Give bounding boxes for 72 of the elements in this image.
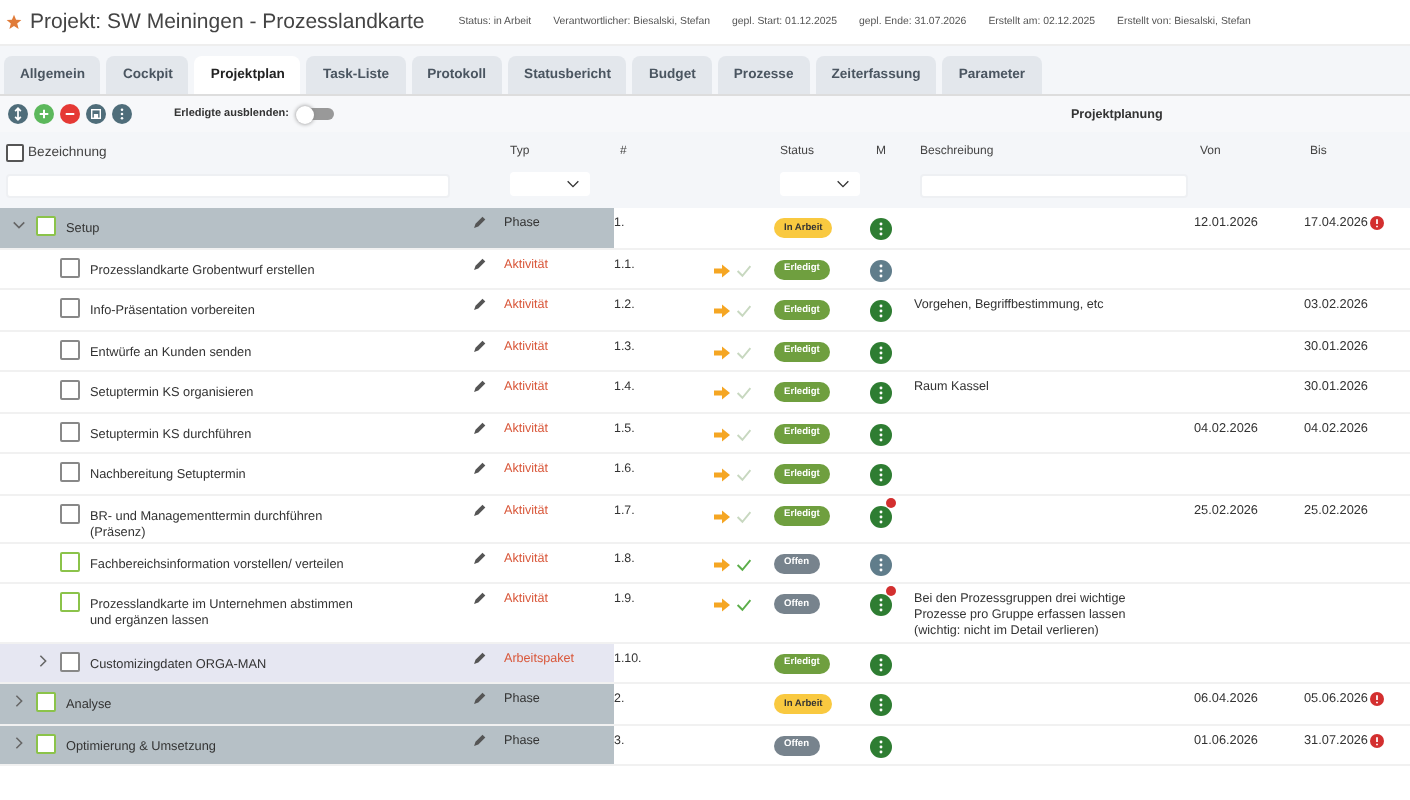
- row-checkbox[interactable]: [60, 651, 80, 672]
- arrow-icon[interactable]: [714, 427, 730, 441]
- more-icon[interactable]: [870, 423, 892, 445]
- pencil-icon[interactable]: [472, 216, 486, 230]
- add-icon[interactable]: [34, 104, 54, 124]
- pencil-icon[interactable]: [472, 503, 486, 517]
- expand-caret-icon[interactable]: [36, 653, 50, 668]
- arrow-icon[interactable]: [714, 386, 730, 400]
- row-checkbox[interactable]: [36, 692, 56, 713]
- select-all-checkbox[interactable]: [6, 143, 24, 161]
- more-icon[interactable]: [870, 553, 892, 575]
- pencil-icon[interactable]: [472, 551, 486, 565]
- chevron-icon[interactable]: [836, 180, 850, 188]
- check-icon[interactable]: [736, 557, 752, 571]
- pencil-icon[interactable]: [472, 462, 486, 476]
- more-icon[interactable]: [870, 341, 892, 363]
- pencil-icon[interactable]: [472, 592, 486, 606]
- pencil-icon[interactable]: [472, 339, 486, 353]
- pencil-icon[interactable]: [472, 298, 486, 312]
- expand-caret-icon[interactable]: [12, 735, 26, 750]
- chevron-icon[interactable]: [566, 180, 580, 188]
- expand-caret-icon[interactable]: [12, 694, 26, 709]
- more-icon[interactable]: [112, 104, 132, 124]
- pencil-icon[interactable]: [472, 692, 486, 707]
- pencil-icon[interactable]: [472, 651, 486, 666]
- more-icon[interactable]: [870, 300, 892, 322]
- project-title: Projekt: SW Meiningen - Prozesslandkarte: [30, 10, 425, 34]
- row-checkbox[interactable]: [60, 380, 80, 400]
- row-checkbox[interactable]: [36, 733, 56, 754]
- pencil-icon[interactable]: [472, 733, 486, 748]
- arrow-icon[interactable]: [714, 345, 730, 359]
- check-icon[interactable]: [736, 427, 752, 441]
- arrow-icon[interactable]: [714, 557, 730, 571]
- more-icon[interactable]: [870, 259, 892, 281]
- more-icon[interactable]: [870, 382, 892, 404]
- star-icon[interactable]: [6, 14, 22, 30]
- row-checkbox[interactable]: [60, 298, 80, 318]
- more-icon[interactable]: [870, 505, 892, 527]
- arrow-icon[interactable]: [714, 468, 730, 482]
- more-icon[interactable]: [870, 464, 892, 486]
- check-icon[interactable]: [736, 468, 752, 482]
- remove-icon[interactable]: [60, 104, 80, 124]
- row-checkbox[interactable]: [60, 421, 80, 441]
- pencil-icon[interactable]: [472, 380, 486, 394]
- arrow-icon[interactable]: [714, 598, 730, 612]
- row-checkbox[interactable]: [60, 503, 80, 523]
- check-icon[interactable]: [736, 304, 752, 318]
- arrow-icon[interactable]: [714, 263, 730, 277]
- pencil-icon[interactable]: [472, 421, 486, 435]
- arrow-icon[interactable]: [714, 509, 730, 523]
- check-icon[interactable]: [736, 386, 752, 400]
- check-icon[interactable]: [736, 345, 752, 359]
- row-checkbox[interactable]: [60, 257, 80, 277]
- more-icon[interactable]: [870, 218, 892, 240]
- more-icon[interactable]: [870, 653, 892, 676]
- row-checkbox[interactable]: [60, 551, 80, 571]
- pencil-icon[interactable]: [472, 257, 486, 271]
- check-icon[interactable]: [736, 263, 752, 277]
- row-checkbox[interactable]: [60, 339, 80, 359]
- expand-icon[interactable]: [8, 104, 28, 124]
- check-icon[interactable]: [736, 509, 752, 523]
- more-icon[interactable]: [870, 694, 892, 717]
- expand-caret-icon[interactable]: [12, 218, 26, 232]
- row-checkbox[interactable]: [60, 592, 80, 612]
- more-icon[interactable]: [870, 594, 892, 616]
- more-icon[interactable]: [870, 735, 892, 758]
- row-checkbox[interactable]: [60, 462, 80, 482]
- check-icon[interactable]: [736, 598, 752, 612]
- save-icon[interactable]: [86, 104, 106, 124]
- arrow-icon[interactable]: [714, 304, 730, 318]
- row-checkbox[interactable]: [36, 216, 56, 236]
- hide-done-toggle[interactable]: [298, 108, 335, 120]
